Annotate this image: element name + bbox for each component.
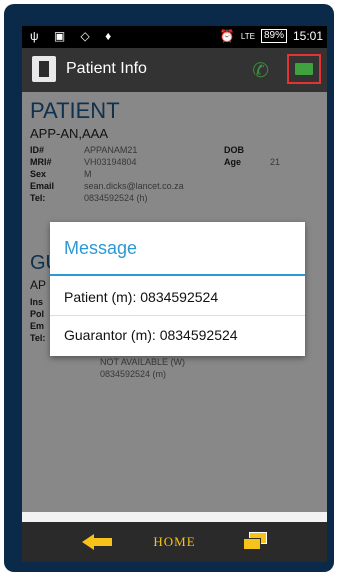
action-bar: Patient Info ✆ (22, 48, 327, 92)
message-dialog: Message Patient (m): 0834592524 Guaranto… (50, 222, 305, 356)
alarm-icon: ⏰ (219, 29, 235, 43)
device-frame: ψ ▣ ◇ ♦ ⏰ LTE 89% 15:01 Patient Info ✆ P… (4, 4, 334, 572)
app-icon[interactable] (32, 56, 56, 82)
bottom-bar: HOME (22, 522, 327, 562)
dialog-divider (50, 274, 305, 276)
page-title: Patient Info (66, 60, 147, 77)
status-time: 15:01 (292, 29, 323, 43)
status-bar: ψ ▣ ◇ ♦ ⏰ LTE 89% 15:01 (22, 26, 327, 48)
message-icon (295, 63, 313, 75)
phone-screen: ψ ▣ ◇ ♦ ⏰ LTE 89% 15:01 Patient Info ✆ P… (22, 26, 327, 562)
message-button[interactable] (287, 54, 321, 84)
windows-icon[interactable] (243, 532, 267, 550)
network-indicator: LTE (240, 31, 255, 41)
dialog-option-guarantor[interactable]: Guarantor (m): 0834592524 (50, 316, 305, 354)
dialog-title: Message (64, 238, 138, 258)
battery-icon: 89% (260, 29, 287, 43)
status-left-icons: ψ ▣ ◇ ♦ (30, 29, 118, 43)
phone-icon[interactable]: ✆ (252, 58, 269, 83)
home-button[interactable]: HOME (22, 534, 327, 550)
dialog-option-patient[interactable]: Patient (m): 0834592524 (50, 278, 305, 316)
